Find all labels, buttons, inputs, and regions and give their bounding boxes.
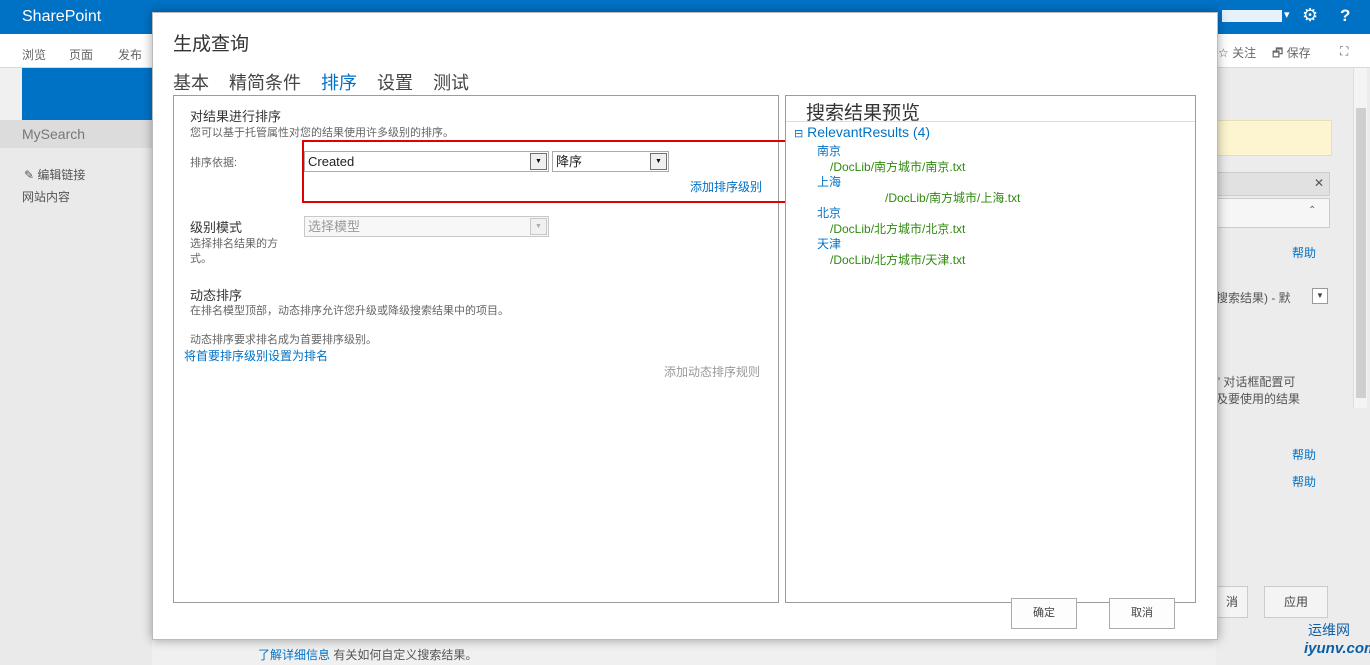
- site-contents-link[interactable]: 网站内容: [22, 188, 70, 205]
- ribbon-tab-publish[interactable]: 发布: [118, 46, 142, 63]
- set-rank-primary-link[interactable]: 将首要排序级别设置为排名: [184, 347, 328, 364]
- save-button[interactable]: 🗗 保存: [1272, 44, 1311, 65]
- tab-refiners[interactable]: 精简条件: [229, 73, 301, 93]
- sort-order-select[interactable]: 降序 ▼: [552, 151, 669, 172]
- apply-button[interactable]: 应用: [1264, 586, 1328, 618]
- learn-more-link[interactable]: 了解详细信息: [258, 648, 330, 662]
- left-navigation: MySearch ✎ 编辑链接 网站内容: [0, 120, 152, 665]
- focus-icon[interactable]: ⛶: [1340, 44, 1348, 59]
- sorting-panel: 对结果进行排序 您可以基于托管属性对您的结果使用许多级别的排序。 排序依据: C…: [173, 95, 798, 603]
- user-menu-caret-icon[interactable]: ▾: [1284, 8, 1290, 21]
- note-line-2: 及要使用的结果: [1216, 392, 1301, 406]
- note-line-1: ” 对话框配置可: [1216, 375, 1296, 389]
- follow-label: 关注: [1232, 46, 1257, 60]
- ok-button[interactable]: 确定: [1011, 598, 1077, 629]
- dropdown-arrow-icon[interactable]: ▼: [1312, 288, 1328, 304]
- result-url-2: /DocLib/南方城市/上海.txt: [885, 191, 1021, 205]
- site-title[interactable]: MySearch: [22, 126, 85, 142]
- status-bar: [1216, 120, 1332, 156]
- sharepoint-brand[interactable]: SharePoint: [22, 8, 101, 26]
- dialog-tabs: 基本 精简条件 排序 设置 测试: [173, 69, 484, 95]
- add-sort-level-link[interactable]: 添加排序级别: [690, 178, 762, 195]
- watermark-top: 运维网: [1308, 622, 1350, 638]
- gear-icon[interactable]: ⚙: [1302, 5, 1318, 26]
- tab-basics[interactable]: 基本: [173, 73, 209, 93]
- cancel-button-partial[interactable]: 消: [1216, 586, 1248, 618]
- ranking-model-heading: 级别模式: [190, 220, 243, 235]
- help-link-2[interactable]: 帮助: [1292, 446, 1316, 463]
- tab-settings[interactable]: 设置: [377, 73, 413, 93]
- cancel-button[interactable]: 取消: [1109, 598, 1175, 629]
- chevron-down-icon: ▼: [530, 218, 547, 235]
- add-dynamic-rule-link: 添加动态排序规则: [664, 365, 761, 379]
- scrollbar-thumb[interactable]: [1356, 108, 1366, 398]
- result-type-dropdown-text: 搜索结果) - 默: [1216, 291, 1291, 305]
- sort-description: 您可以基于托管属性对您的结果使用许多级别的排序。: [190, 127, 454, 139]
- dialog-title: 生成查询: [173, 34, 250, 55]
- result-url-1: /DocLib/南方城市/南京.txt: [830, 160, 966, 174]
- result-title-3[interactable]: 北京: [817, 204, 841, 221]
- sort-order-value: 降序: [556, 154, 583, 169]
- result-url-4: /DocLib/北方城市/天津.txt: [830, 253, 966, 267]
- tool-pane-header: [1216, 172, 1330, 196]
- help-link-1[interactable]: 帮助: [1292, 244, 1316, 261]
- result-title-1[interactable]: 南京: [817, 142, 841, 159]
- follow-button[interactable]: ☆ 关注: [1218, 44, 1256, 61]
- sort-field-value: Created: [308, 154, 355, 169]
- close-icon[interactable]: ✕: [1314, 176, 1324, 190]
- page-scrollbar[interactable]: [1353, 68, 1367, 408]
- collapse-icon[interactable]: ⊟: [794, 128, 803, 140]
- save-icon: 🗗: [1272, 46, 1284, 60]
- dynamic-desc2: 动态排序要求排名成为首要排序级别。: [190, 334, 377, 346]
- result-group[interactable]: ⊟ RelevantResults (4): [794, 124, 930, 140]
- dynamic-desc1: 在排名模型顶部，动态排序允许您升级或降级搜索结果中的项目。: [190, 305, 509, 317]
- ranking-model-placeholder: 选择模型: [308, 219, 361, 234]
- build-query-dialog: 生成查询 基本 精简条件 排序 设置 测试 对结果进行排序 您可以基于托管属性对…: [152, 12, 1218, 640]
- watermark: 运维网 iyunv.com: [1268, 620, 1370, 657]
- watermark-bottom: iyunv.com: [1304, 640, 1370, 657]
- webpart-tool-pane: ✕ ⌃ 帮助 搜索结果) - 默 ▼ ” 对话框配置可 及要使用的结果 帮助 帮…: [1216, 68, 1370, 665]
- ribbon-tab-browse[interactable]: 浏览: [22, 46, 46, 63]
- ranking-desc-line1: 选择排名结果的方: [190, 238, 278, 250]
- save-label: 保存: [1286, 46, 1311, 60]
- result-url-3: /DocLib/北方城市/北京.txt: [830, 222, 966, 236]
- chevron-up-icon[interactable]: ⌃: [1308, 205, 1316, 216]
- help-icon[interactable]: ?: [1340, 6, 1350, 26]
- result-group-label: RelevantResults (4): [807, 124, 931, 140]
- site-logo[interactable]: [22, 68, 152, 120]
- pencil-icon: ✎: [24, 168, 35, 182]
- user-name-redacted[interactable]: [1222, 10, 1282, 22]
- bottom-tip: 了解详细信息 有关如何自定义搜索结果。: [258, 646, 477, 663]
- ranking-desc-line2: 式。: [190, 253, 212, 265]
- tab-sorting[interactable]: 排序: [321, 73, 357, 93]
- ribbon-tab-page[interactable]: 页面: [69, 46, 93, 63]
- search-preview-panel: 搜索结果预览 ⊟ RelevantResults (4) 南京 /DocLib/…: [785, 95, 1196, 603]
- star-icon: ☆: [1218, 46, 1229, 60]
- sort-field-select[interactable]: Created ▼: [304, 151, 549, 172]
- help-link-3[interactable]: 帮助: [1292, 473, 1316, 490]
- bottom-tip-text: 有关如何自定义搜索结果。: [330, 648, 478, 662]
- sort-by-label: 排序依据:: [190, 157, 238, 169]
- chevron-down-icon[interactable]: ▼: [650, 153, 667, 170]
- ranking-model-select[interactable]: 选择模型 ▼: [304, 216, 549, 237]
- chevron-down-icon[interactable]: ▼: [530, 153, 547, 170]
- sort-heading: 对结果进行排序: [190, 109, 282, 124]
- preview-divider: [786, 121, 1195, 122]
- edit-links-link[interactable]: ✎ 编辑链接: [24, 166, 85, 183]
- edit-links-label: 编辑链接: [37, 168, 86, 182]
- result-title-4[interactable]: 天津: [817, 235, 841, 252]
- tab-test[interactable]: 测试: [433, 73, 469, 93]
- result-title-2[interactable]: 上海: [817, 173, 841, 190]
